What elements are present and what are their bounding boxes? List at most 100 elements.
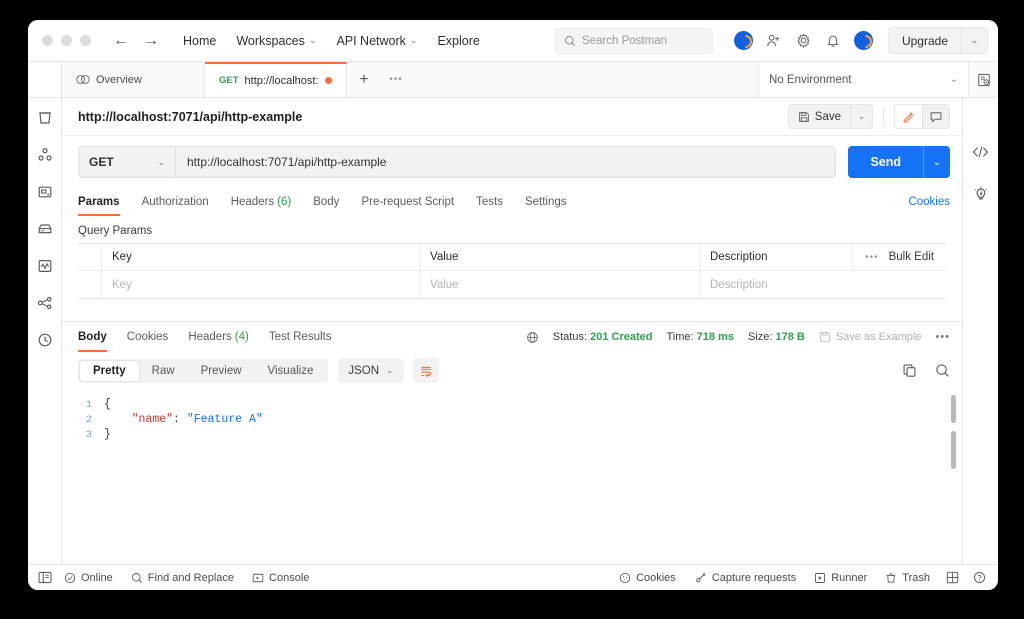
view-mode-preview[interactable]: Preview bbox=[188, 361, 255, 381]
tab-body-label: Body bbox=[313, 196, 340, 208]
sidebar-toggle-icon bbox=[38, 571, 52, 584]
postman-sync-icon[interactable] bbox=[733, 31, 753, 50]
lightbulb-icon[interactable] bbox=[971, 184, 991, 204]
flows-share-icon[interactable] bbox=[35, 293, 55, 313]
cookies-button[interactable]: Cookies bbox=[619, 572, 676, 584]
scrollbar-thumb-lower[interactable] bbox=[951, 431, 956, 469]
response-tab-body[interactable]: Body bbox=[78, 322, 107, 352]
search-input[interactable]: Search Postman bbox=[554, 27, 713, 54]
tab-tests[interactable]: Tests bbox=[476, 188, 503, 216]
tab-params[interactable]: Params bbox=[78, 188, 120, 216]
close-window-button[interactable] bbox=[42, 35, 53, 46]
scrollbar-thumb-upper[interactable] bbox=[951, 395, 956, 423]
maximize-window-button[interactable] bbox=[80, 35, 91, 46]
environment-selector[interactable]: No Environment ⌄ bbox=[758, 62, 968, 97]
tabbar-rail-spacer bbox=[28, 62, 62, 97]
find-and-replace-label: Find and Replace bbox=[147, 571, 235, 584]
query-params-table: Key Value Description ••• Bulk Edit Key … bbox=[78, 243, 946, 299]
layout-toggle-button[interactable] bbox=[946, 571, 959, 584]
view-mode-visualize[interactable]: Visualize bbox=[255, 361, 327, 381]
invite-user-icon[interactable] bbox=[765, 32, 782, 49]
response-tab-headers[interactable]: Headers (4) bbox=[188, 322, 249, 352]
view-mode-pretty[interactable]: Pretty bbox=[80, 360, 139, 381]
http-method-select[interactable]: GET ⌄ bbox=[78, 146, 175, 178]
tab-pre-request-script[interactable]: Pre-request Script bbox=[361, 188, 454, 216]
cookies-link[interactable]: Cookies bbox=[908, 196, 950, 208]
tab-settings[interactable]: Settings bbox=[525, 188, 567, 216]
forward-arrow-icon[interactable]: → bbox=[143, 32, 159, 49]
edit-pencil-icon[interactable] bbox=[895, 105, 922, 128]
params-options-icon[interactable]: ••• bbox=[865, 252, 879, 263]
save-dropdown-toggle[interactable]: ⌄ bbox=[850, 105, 872, 128]
minimize-window-button[interactable] bbox=[61, 35, 72, 46]
menu-item-home[interactable]: Home bbox=[183, 34, 216, 48]
bulk-edit-button[interactable]: Bulk Edit bbox=[889, 251, 934, 263]
environment-quick-look-icon[interactable] bbox=[968, 62, 998, 97]
save-button[interactable]: Save bbox=[789, 105, 850, 128]
menu-item-api-network[interactable]: API Network ⌄ bbox=[336, 34, 417, 48]
chevron-down-icon[interactable]: ⌄ bbox=[950, 74, 958, 85]
upgrade-dropdown-toggle[interactable]: ⌄ bbox=[961, 28, 987, 53]
word-wrap-toggle[interactable] bbox=[412, 358, 439, 383]
url-input[interactable]: http://localhost:7071/api/http-example bbox=[175, 146, 837, 178]
save-as-example-button[interactable]: Save as Example bbox=[819, 331, 921, 343]
console-button[interactable]: Console bbox=[252, 572, 309, 584]
user-avatar[interactable] bbox=[853, 31, 873, 50]
request-title-row: http://localhost:7071/api/http-example S… bbox=[62, 98, 962, 136]
code-snippet-icon[interactable] bbox=[971, 142, 991, 162]
send-button[interactable]: Send bbox=[848, 146, 923, 178]
menu-item-api-network-label: API Network bbox=[336, 33, 406, 48]
help-button[interactable] bbox=[973, 571, 986, 584]
runner-button[interactable]: Runner bbox=[814, 572, 867, 584]
response-format-select[interactable]: JSON ⌄ bbox=[338, 358, 404, 383]
environments-icon[interactable] bbox=[35, 182, 55, 202]
trash-button[interactable]: Trash bbox=[885, 572, 930, 584]
tab-headers[interactable]: Headers (6) bbox=[231, 188, 292, 216]
response-options-icon[interactable]: ••• bbox=[935, 331, 950, 343]
line-number: 3 bbox=[85, 428, 92, 441]
row-checkbox-cell[interactable] bbox=[78, 271, 102, 298]
tab-authorization[interactable]: Authorization bbox=[142, 188, 209, 216]
table-row: Key Value Description bbox=[78, 271, 946, 298]
json-key: "name" bbox=[131, 413, 174, 426]
view-mode-raw[interactable]: Raw bbox=[139, 361, 188, 381]
save-disk-icon bbox=[820, 332, 830, 342]
history-icon[interactable] bbox=[35, 330, 55, 350]
toggle-sidebar-button[interactable] bbox=[38, 571, 52, 584]
menu-item-home-label: Home bbox=[183, 33, 217, 48]
tab-body[interactable]: Body bbox=[313, 188, 339, 216]
new-tab-button[interactable]: + bbox=[347, 62, 381, 97]
tab-overview[interactable]: Overview bbox=[62, 62, 205, 97]
apis-icon[interactable] bbox=[35, 145, 55, 165]
response-tab-test-results[interactable]: Test Results bbox=[269, 322, 332, 352]
menu-item-explore[interactable]: Explore bbox=[437, 34, 479, 48]
collections-icon[interactable] bbox=[35, 108, 55, 128]
monitors-icon[interactable] bbox=[35, 256, 55, 276]
online-status[interactable]: Online bbox=[64, 572, 113, 584]
param-description-input[interactable]: Description bbox=[700, 271, 946, 298]
back-arrow-icon[interactable]: ← bbox=[113, 32, 129, 49]
tab-request[interactable]: GET http://localhost:7071/a bbox=[205, 62, 347, 97]
right-sidebar-rail bbox=[962, 98, 998, 564]
menu-item-workspaces[interactable]: Workspaces ⌄ bbox=[236, 34, 316, 48]
comment-icon[interactable] bbox=[922, 105, 949, 128]
tab-pre-request-script-label: Pre-request Script bbox=[361, 196, 455, 208]
send-dropdown-toggle[interactable]: ⌄ bbox=[923, 146, 950, 178]
notifications-bell-icon[interactable] bbox=[825, 32, 842, 49]
capture-requests-button[interactable]: Capture requests bbox=[694, 572, 796, 584]
copy-icon[interactable] bbox=[902, 363, 917, 378]
response-tab-test-results-label: Test Results bbox=[268, 331, 332, 343]
param-key-input[interactable]: Key bbox=[102, 271, 420, 298]
tab-options-icon[interactable]: ••• bbox=[381, 62, 411, 97]
mock-servers-icon[interactable] bbox=[35, 219, 55, 239]
tabs-container: Overview GET http://localhost:7071/a + •… bbox=[62, 62, 758, 97]
search-icon[interactable] bbox=[935, 363, 950, 378]
response-tab-cookies[interactable]: Cookies bbox=[127, 322, 169, 352]
response-body-viewer[interactable]: 1 { 2 "name" : "Feature A" 3 } bbox=[62, 389, 962, 564]
gear-icon[interactable] bbox=[795, 32, 812, 49]
param-value-input[interactable]: Value bbox=[420, 271, 700, 298]
upgrade-button[interactable]: Upgrade bbox=[889, 28, 961, 53]
request-actions: Save ⌄ bbox=[787, 104, 950, 129]
find-and-replace-button[interactable]: Find and Replace bbox=[131, 572, 234, 584]
save-disk-icon bbox=[798, 111, 809, 122]
